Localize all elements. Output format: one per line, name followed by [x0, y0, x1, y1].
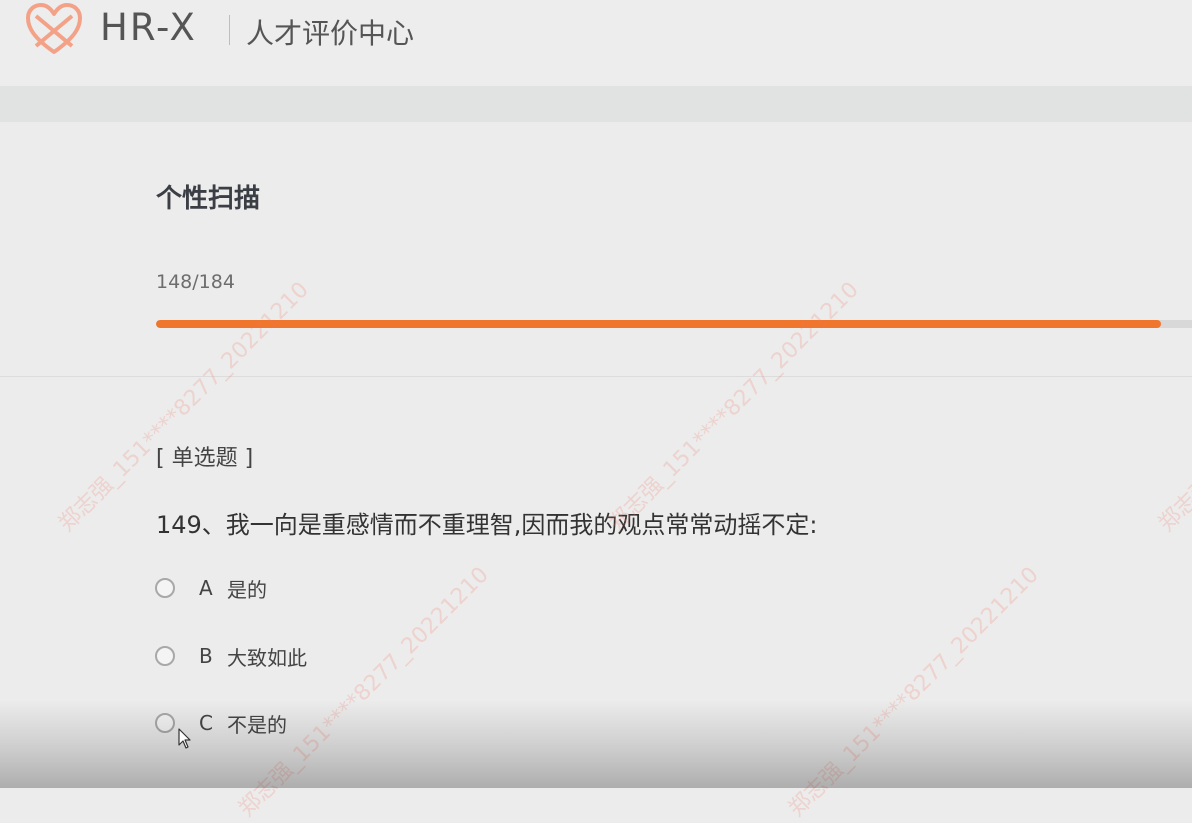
heart-knot-icon [26, 3, 82, 54]
radio-button[interactable] [155, 646, 175, 666]
option-label: 不是的 [227, 712, 287, 737]
brand-logo-text: HR-X [100, 6, 197, 49]
option-a[interactable]: A 是的 [155, 574, 267, 602]
progress-bar [156, 320, 1192, 328]
option-letter: C [199, 711, 213, 735]
progress-counter: 148/184 [156, 271, 235, 293]
mouse-cursor-icon [178, 728, 191, 749]
brand-subtitle: 人才评价中心 [246, 17, 415, 50]
option-c[interactable]: C 不是的 [155, 709, 287, 737]
option-letter: B [199, 644, 213, 668]
survey-header-panel [0, 122, 1192, 377]
watermark: 郑志强_151****8277_20221210 [784, 562, 1044, 822]
app-header: HR-X 人才评价中心 [0, 0, 1192, 87]
option-letter: A [199, 576, 213, 600]
progress-bar-fill [156, 320, 1161, 328]
question-type-label: [ 单选题 ] [156, 446, 254, 471]
watermark: 郑志强_151****8277_20221210 [234, 562, 494, 822]
option-label: 是的 [227, 577, 267, 602]
radio-button[interactable] [155, 578, 175, 598]
radio-button[interactable] [155, 713, 175, 733]
option-label: 大致如此 [227, 645, 307, 670]
page-title: 个性扫描 [156, 184, 261, 214]
option-b[interactable]: B 大致如此 [155, 642, 307, 670]
question-text: 149、我一向是重感情而不重理智,因而我的观点常常动摇不定: [156, 511, 818, 539]
header-band [0, 86, 1192, 122]
brand-divider [229, 15, 230, 45]
